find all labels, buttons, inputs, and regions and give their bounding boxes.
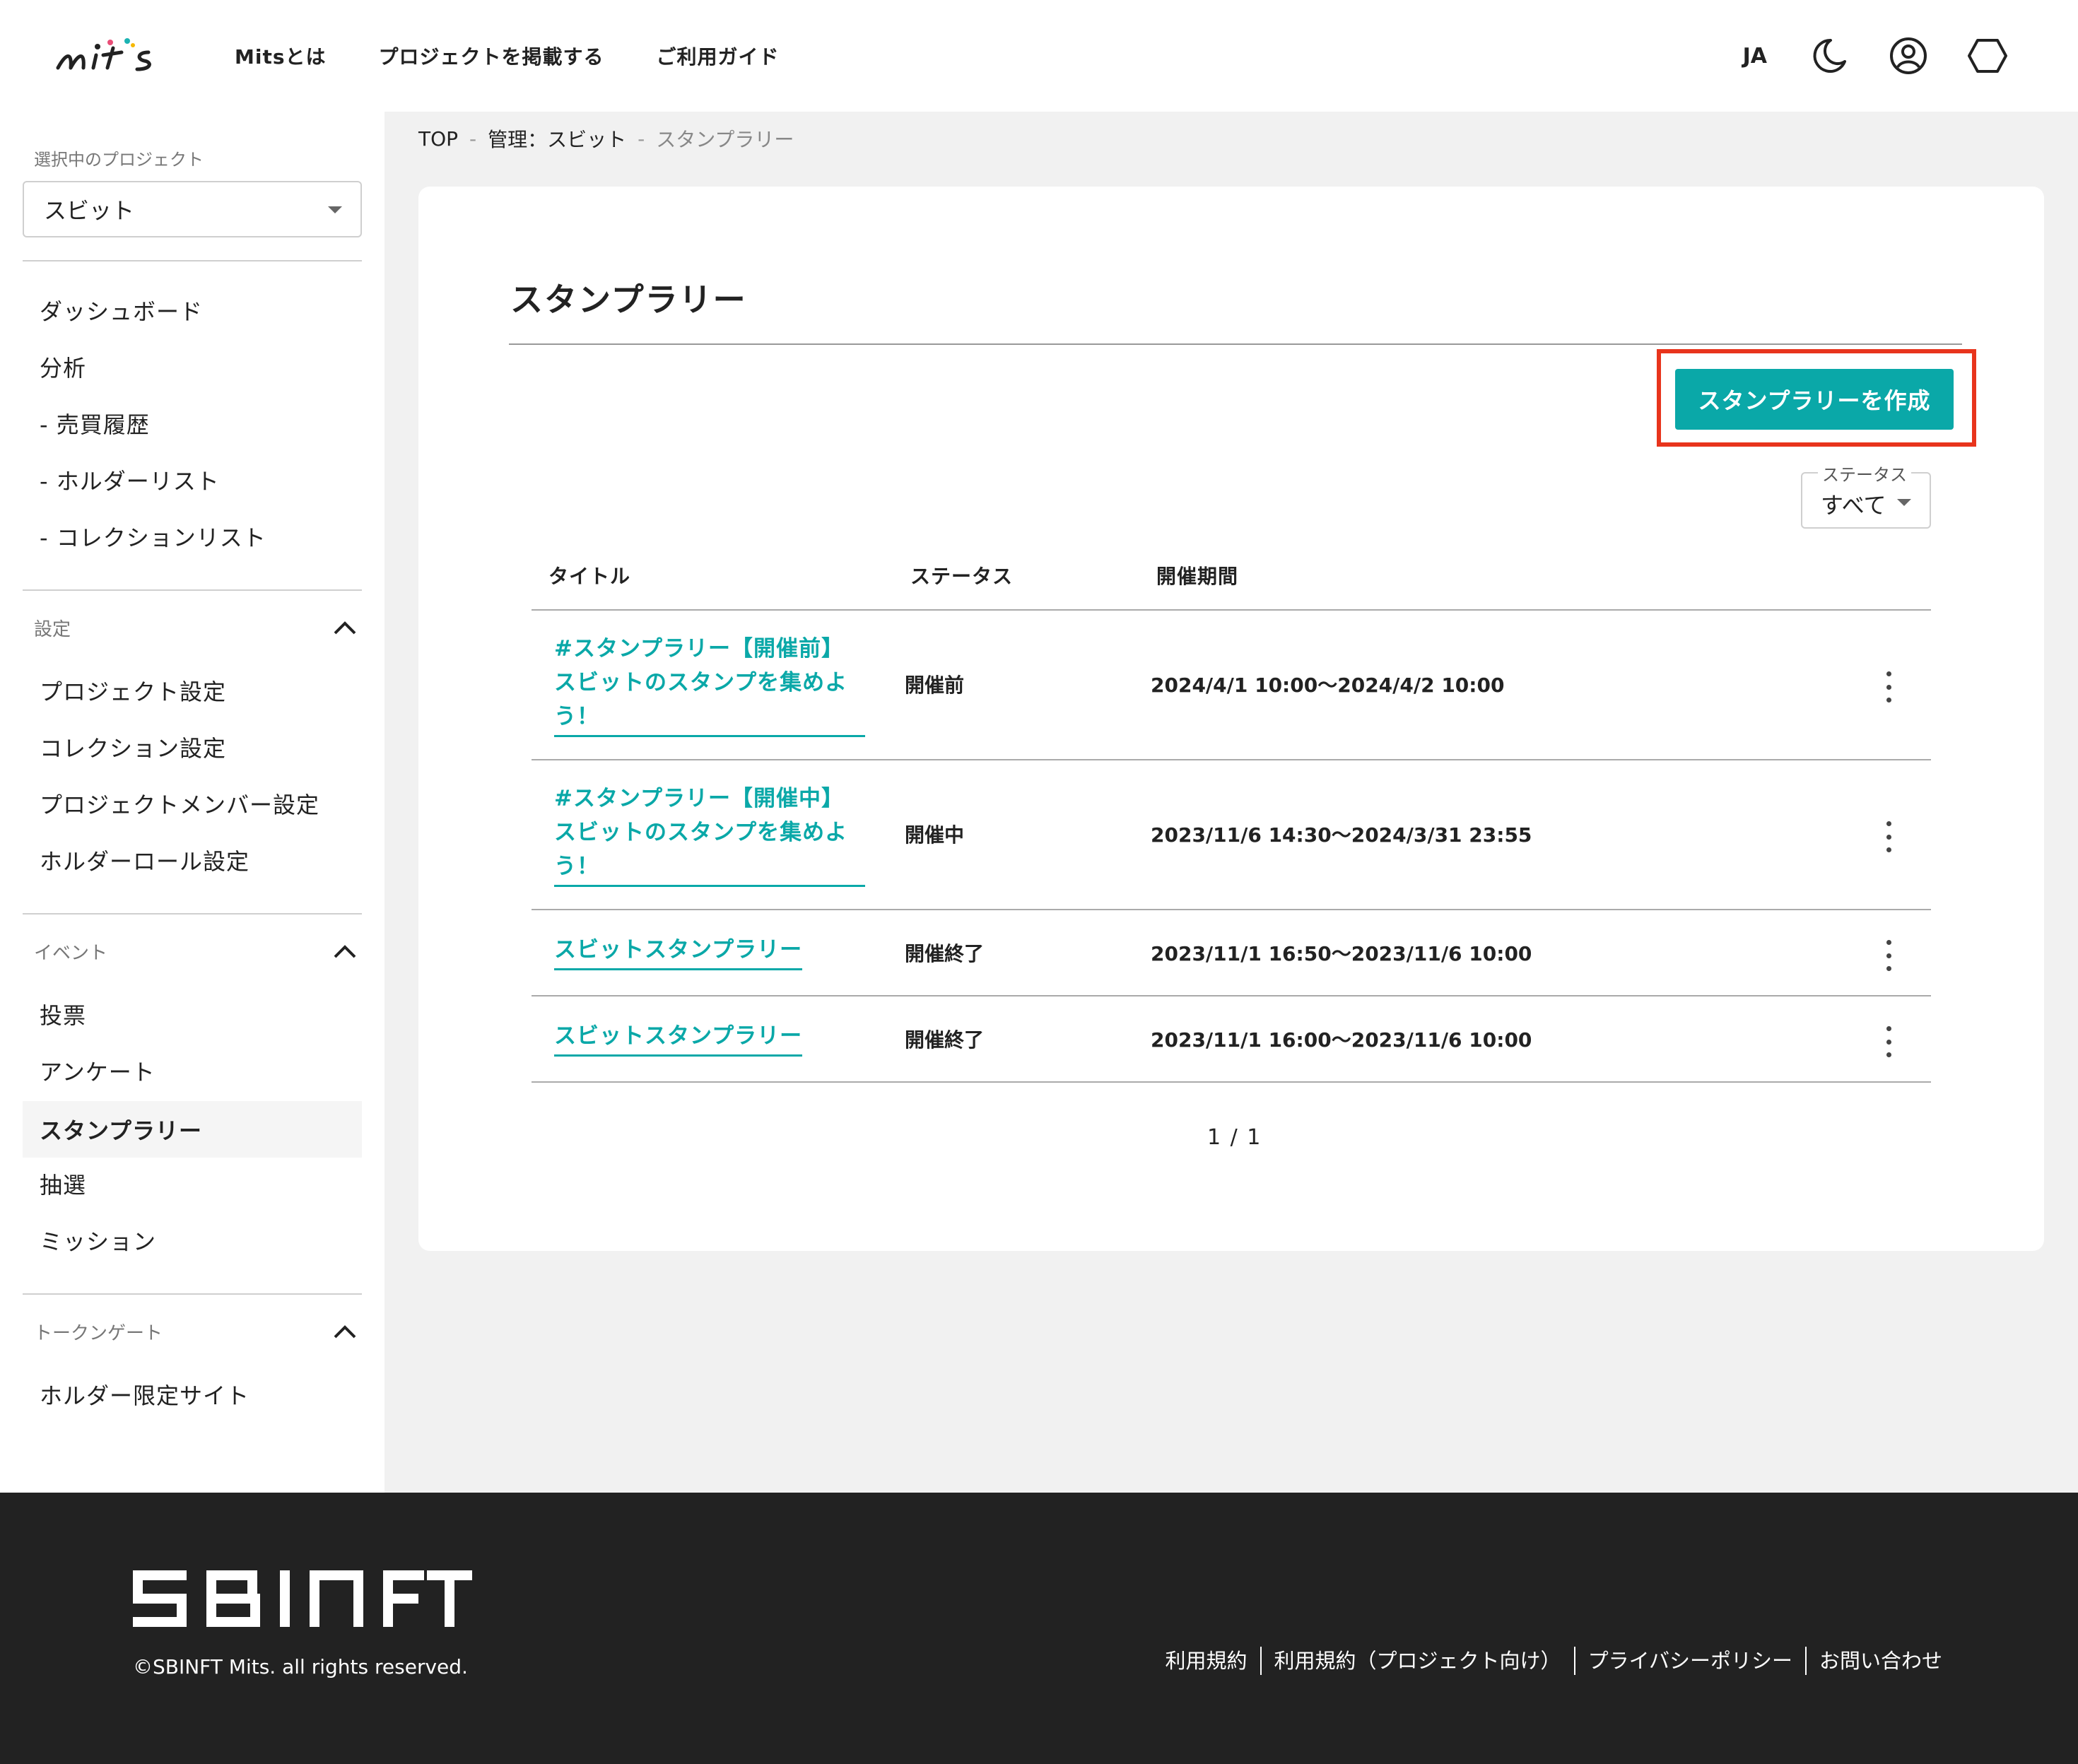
language-switch[interactable]: JA	[1743, 44, 1767, 69]
sidebar-item-sales-history[interactable]: - 売買履歴	[40, 407, 150, 440]
sidebar-item-collection-settings[interactable]: コレクション設定	[40, 731, 226, 763]
breadcrumb-separator: -	[638, 127, 645, 151]
chevron-up-icon[interactable]	[331, 1320, 359, 1341]
sidebar-item-member-settings[interactable]: プロジェクトメンバー設定	[40, 787, 319, 820]
stamp-rally-title-link[interactable]: #スタンプラリー【開催中】スビットのスタンプを集めよう！	[554, 782, 865, 887]
divider	[532, 609, 1931, 611]
sidebar-item-collection-list[interactable]: - コレクションリスト	[40, 520, 266, 553]
breadcrumb-manage[interactable]: 管理：スビット	[488, 124, 626, 153]
row-period: 2024/4/1 10:00〜2024/4/2 10:00	[1151, 674, 1505, 697]
footer-link-contact[interactable]: お問い合わせ	[1804, 1647, 1942, 1675]
divider	[23, 1293, 362, 1295]
account-icon[interactable]	[1887, 35, 1930, 77]
content-card: スタンプラリー スタンプラリーを作成 ステータス すべて タイトル ステータス …	[418, 187, 2044, 1251]
row-status: 開催終了	[905, 1028, 985, 1052]
more-vert-icon[interactable]	[1882, 940, 1896, 971]
footer: ©SBINFT Mits. all rights reserved. 利用規約 …	[0, 1493, 2078, 1764]
wallet-icon[interactable]	[1966, 35, 2009, 77]
page-title: スタンプラリー	[510, 281, 747, 319]
project-select-label: 選択中のプロジェクト	[34, 150, 204, 170]
sidebar-item-project-settings[interactable]: プロジェクト設定	[40, 674, 226, 707]
breadcrumb-top[interactable]: TOP	[418, 127, 458, 151]
row-period: 2023/11/1 16:50〜2023/11/6 10:00	[1151, 942, 1532, 965]
row-period: 2023/11/6 14:30〜2024/3/31 23:55	[1151, 823, 1532, 847]
divider	[23, 913, 362, 915]
divider	[532, 1081, 1931, 1083]
sidebar: 選択中のプロジェクト スビット ダッシュボード 分析 - 売買履歴 - ホルダー…	[0, 112, 385, 1493]
column-header-status: ステータス	[910, 565, 1014, 588]
footer-links: 利用規約 利用規約（プロジェクト向け） プライバシーポリシー お問い合わせ	[1166, 1647, 1942, 1675]
sidebar-item-analytics[interactable]: 分析	[40, 351, 86, 383]
breadcrumb-separator: -	[469, 127, 477, 151]
project-select[interactable]: スビット	[23, 181, 362, 237]
project-select-value: スビット	[44, 197, 135, 224]
header-actions: JA	[1743, 0, 2009, 112]
sidebar-item-holder-role-settings[interactable]: ホルダーロール設定	[40, 844, 250, 876]
more-vert-icon[interactable]	[1882, 671, 1896, 702]
sidebar-item-stamp-rally[interactable]: スタンプラリー	[23, 1101, 362, 1158]
sidebar-item-mission[interactable]: ミッション	[40, 1224, 156, 1257]
footer-link-privacy[interactable]: プライバシーポリシー	[1573, 1647, 1805, 1675]
row-status: 開催終了	[905, 942, 985, 965]
mits-logo[interactable]	[54, 31, 174, 81]
column-header-title: タイトル	[548, 565, 631, 588]
sbinft-logo	[133, 1570, 472, 1627]
nav-about[interactable]: Mitsとは	[235, 42, 327, 70]
section-title-settings: 設定	[34, 619, 71, 640]
nav-publish-project[interactable]: プロジェクトを掲載する	[379, 42, 604, 70]
divider	[532, 995, 1931, 996]
breadcrumb-current: スタンプラリー	[656, 128, 794, 151]
status-filter-label: ステータス	[1818, 461, 1911, 486]
sidebar-item-vote[interactable]: 投票	[40, 998, 86, 1030]
sidebar-item-holder-list[interactable]: - ホルダーリスト	[40, 464, 220, 496]
section-title-token-gate: トークンゲート	[34, 1323, 163, 1344]
row-status: 開催中	[905, 823, 965, 847]
nav-guide[interactable]: ご利用ガイド	[657, 42, 780, 70]
moon-icon[interactable]	[1808, 35, 1850, 77]
copyright: ©SBINFT Mits. all rights reserved.	[133, 1655, 468, 1678]
top-header: Mitsとは プロジェクトを掲載する ご利用ガイド JA	[0, 0, 2078, 112]
section-title-event: イベント	[34, 943, 108, 964]
more-vert-icon[interactable]	[1882, 821, 1896, 852]
row-status: 開催前	[905, 674, 965, 697]
stamp-rally-title-link[interactable]: #スタンプラリー【開催前】スビットのスタンプを集めよう！	[554, 632, 865, 737]
chevron-up-icon[interactable]	[331, 940, 359, 961]
caret-down-icon	[328, 206, 342, 213]
create-stamp-rally-button[interactable]: スタンプラリーを作成	[1675, 369, 1954, 430]
divider	[532, 759, 1931, 760]
footer-link-project-terms[interactable]: 利用規約（プロジェクト向け）	[1260, 1647, 1574, 1675]
caret-down-icon	[1897, 499, 1911, 506]
stamp-rally-title-link[interactable]: スビットスタンプラリー	[554, 1019, 803, 1057]
breadcrumb: TOP - 管理：スビット - スタンプラリー	[418, 124, 794, 153]
divider	[23, 589, 362, 591]
sidebar-item-lottery[interactable]: 抽選	[40, 1168, 86, 1200]
divider	[509, 343, 1962, 345]
sidebar-item-survey[interactable]: アンケート	[40, 1054, 155, 1087]
divider	[23, 260, 362, 261]
status-filter-select[interactable]: ステータス すべて	[1801, 461, 1931, 529]
main-nav: Mitsとは プロジェクトを掲載する ご利用ガイド	[235, 0, 780, 112]
footer-link-terms[interactable]: 利用規約	[1166, 1647, 1260, 1675]
column-header-period: 開催期間	[1156, 565, 1239, 588]
sidebar-item-holder-site[interactable]: ホルダー限定サイト	[40, 1378, 250, 1411]
more-vert-icon[interactable]	[1882, 1026, 1896, 1057]
row-period: 2023/11/1 16:00〜2023/11/6 10:00	[1151, 1028, 1532, 1052]
divider	[532, 909, 1931, 910]
pagination: 1 / 1	[1207, 1125, 1262, 1150]
stamp-rally-title-link[interactable]: スビットスタンプラリー	[554, 933, 803, 970]
chevron-up-icon[interactable]	[331, 616, 359, 637]
status-filter-value: すべて	[1821, 492, 1886, 519]
sidebar-item-dashboard[interactable]: ダッシュボード	[40, 294, 203, 327]
